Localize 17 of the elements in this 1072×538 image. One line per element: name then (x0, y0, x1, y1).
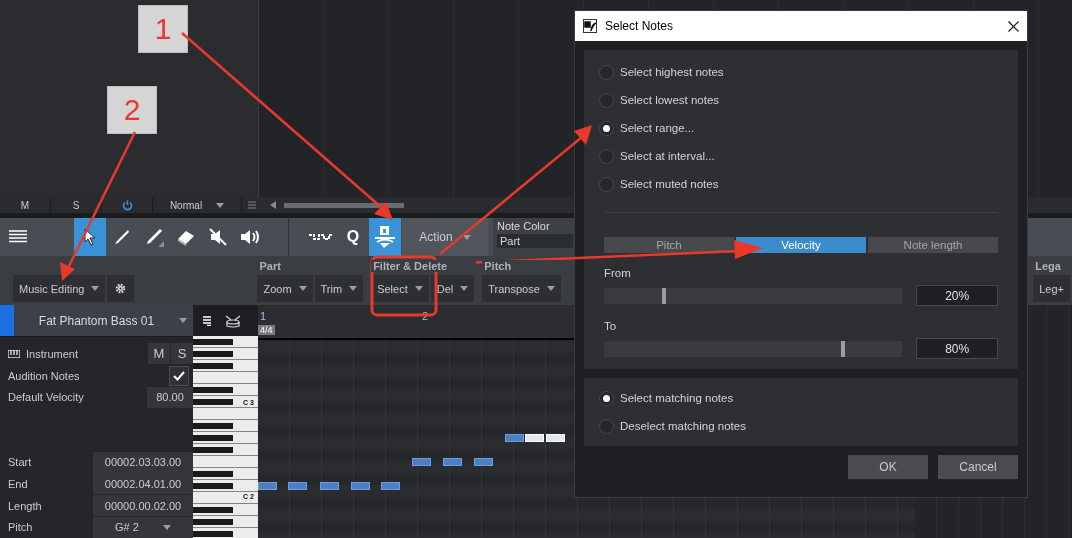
dialog-title: Select Notes (605, 19, 675, 33)
callout-number: 2 (107, 86, 157, 134)
time-signature: 4/4 (258, 325, 275, 335)
default-velocity-label: Default Velocity (8, 391, 85, 404)
instrument-label: Instrument (26, 347, 78, 360)
range-label: From (604, 267, 632, 279)
audition-notes-label: Audition Notes (8, 369, 81, 382)
field-label: Pitch (8, 521, 34, 534)
group-title: Filter & Delete (371, 260, 477, 272)
bar-number: 1 (260, 310, 267, 322)
group-title: Pitch (482, 260, 563, 272)
note-color-label: Note Color (497, 220, 551, 232)
field-label: End (8, 477, 29, 490)
field-label: Start (8, 456, 33, 469)
field-label: Length (8, 499, 43, 512)
range-label: To (604, 320, 618, 332)
callout-number: 1 (138, 5, 188, 53)
